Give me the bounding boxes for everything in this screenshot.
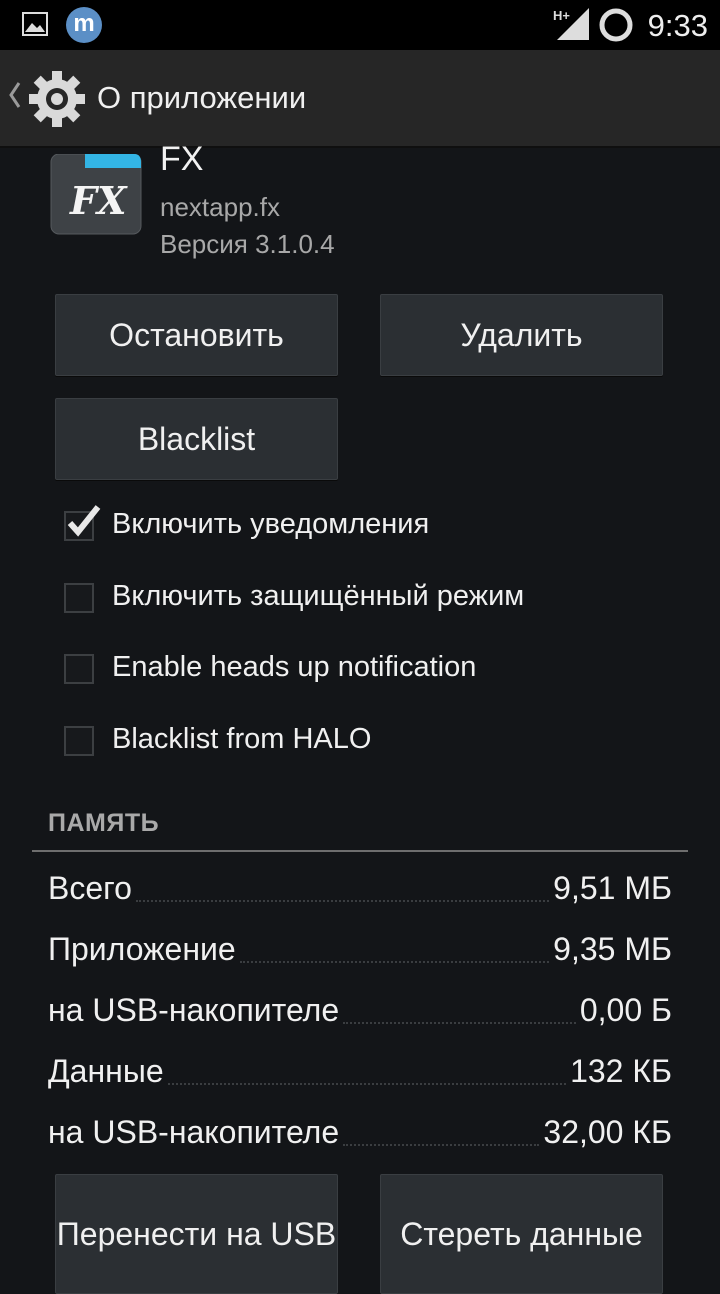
checkbox-label: Enable heads up notification	[112, 651, 477, 683]
fx-icon-lettering: FX	[69, 178, 128, 223]
memory-label: на USB-накопителе	[48, 992, 340, 1028]
uninstall-button[interactable]: Удалить	[380, 294, 663, 376]
memory-row-app: Приложение 9,35 МБ	[48, 931, 672, 977]
dotted-leader	[135, 899, 550, 902]
checkbox-label: Blacklist from HALO	[112, 723, 372, 755]
clock: 9:33	[647, 8, 708, 43]
fx-app-icon: FX	[50, 153, 142, 241]
section-divider	[32, 850, 688, 852]
memory-value: 132 КБ	[570, 1053, 672, 1089]
memory-section-title: ПАМЯТЬ	[48, 809, 160, 837]
sync-ring-icon	[598, 7, 634, 48]
checkbox-row-heads-up[interactable]: Enable heads up notification	[62, 651, 682, 691]
back-caret-icon[interactable]	[8, 80, 22, 115]
dotted-leader	[167, 1082, 567, 1085]
page-title: О приложении	[97, 80, 307, 115]
gallery-icon	[22, 12, 48, 41]
force-stop-button[interactable]: Остановить	[55, 294, 338, 376]
clear-data-button[interactable]: Стереть данные	[380, 1174, 663, 1294]
checkbox-row-notifications[interactable]: Включить уведомления	[62, 505, 682, 548]
status-bar: m H+ 9:33	[0, 0, 720, 50]
signal-icon: H+	[553, 6, 591, 47]
memory-value: 9,51 МБ	[553, 870, 672, 906]
memory-row-data-usb: на USB-накопителе 32,00 КБ	[48, 1114, 672, 1160]
app-version: Версия 3.1.0.4	[160, 229, 335, 259]
settings-gear-icon[interactable]	[26, 68, 88, 135]
memory-value: 0,00 Б	[579, 992, 672, 1028]
checkbox-label: Включить уведомления	[112, 508, 430, 540]
app-package: nextapp.fx	[160, 192, 280, 222]
checkbox[interactable]	[64, 654, 94, 684]
memory-label: Данные	[48, 1053, 164, 1089]
checkbox-row-halo-blacklist[interactable]: Blacklist from HALO	[62, 723, 682, 763]
memory-row-data: Данные 132 КБ	[48, 1053, 672, 1099]
action-bar: О приложении	[0, 50, 720, 148]
checkbox-row-secure-mode[interactable]: Включить защищённый режим	[62, 580, 682, 620]
blacklist-button[interactable]: Blacklist	[55, 398, 338, 480]
dotted-leader	[343, 1143, 540, 1146]
dotted-leader	[343, 1021, 576, 1024]
checkmark-icon	[64, 503, 104, 548]
checkbox[interactable]	[64, 726, 94, 756]
m-app-icon: m	[66, 7, 102, 43]
network-type-label: H+	[553, 8, 570, 23]
memory-row-app-usb: на USB-накопителе 0,00 Б	[48, 992, 672, 1038]
checkbox[interactable]	[64, 583, 94, 613]
memory-label: Приложение	[48, 931, 236, 967]
memory-row-total: Всего 9,51 МБ	[48, 870, 672, 916]
checkbox-label: Включить защищённый режим	[112, 580, 525, 612]
checkbox[interactable]	[64, 505, 101, 541]
memory-value: 9,35 МБ	[553, 931, 672, 967]
memory-label: Всего	[48, 870, 132, 906]
app-name: FX	[160, 140, 204, 178]
memory-label: на USB-накопителе	[48, 1114, 340, 1150]
move-to-usb-button[interactable]: Перенести на USB	[55, 1174, 338, 1294]
dotted-leader	[239, 960, 550, 963]
memory-value: 32,00 КБ	[543, 1114, 672, 1150]
